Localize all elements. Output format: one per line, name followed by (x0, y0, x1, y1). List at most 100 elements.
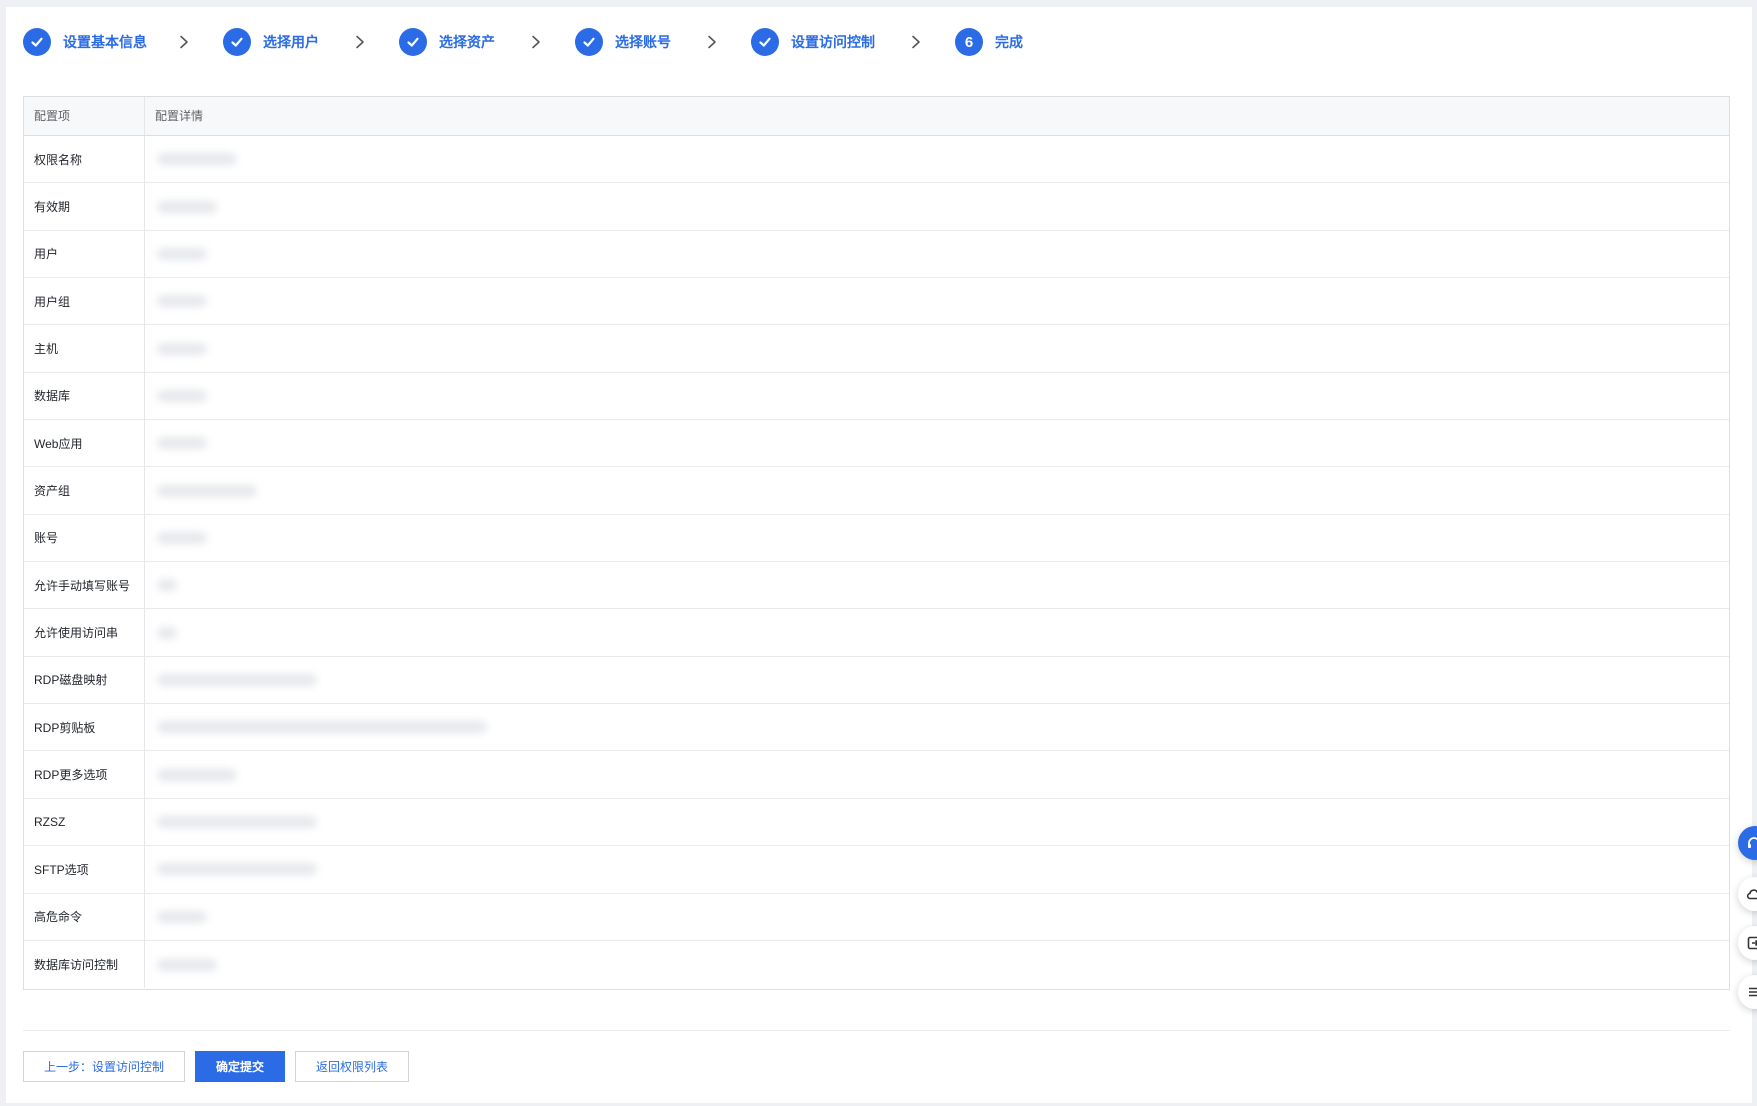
config-item-label: 资产组 (24, 467, 145, 514)
table-row: 有效期 (24, 183, 1729, 231)
prev-step-button[interactable]: 上一步：设置访问控制 (23, 1051, 185, 1082)
step-select-account[interactable]: 选择账号 (575, 28, 671, 56)
config-detail-cell (145, 136, 1729, 183)
chevron-right-icon (705, 35, 719, 49)
header-item: 配置项 (24, 97, 145, 135)
step-bar: 设置基本信息 选择用户 选择资产 选择账号 设置访问控制 6 完成 (23, 27, 1023, 57)
config-item-label: SFTP选项 (24, 846, 145, 893)
table-row: 账号 (24, 514, 1729, 563)
step-label: 选择用户 (263, 34, 319, 50)
redacted-value (157, 579, 177, 592)
redacted-value (157, 721, 487, 734)
config-detail-cell (145, 278, 1729, 325)
check-icon (399, 28, 427, 56)
config-detail-cell (145, 940, 1729, 989)
step-select-asset[interactable]: 选择资产 (399, 28, 495, 56)
table-row: 数据库访问控制 (24, 940, 1729, 989)
config-detail-cell (145, 420, 1729, 467)
check-icon (751, 28, 779, 56)
table-row: 允许使用访问串 (24, 609, 1729, 657)
table-row: RZSZ (24, 798, 1729, 847)
header-detail: 配置详情 (155, 109, 204, 123)
table-body: 权限名称 有效期 用户 用户组 主机 数据库 Web应用 资产组 账号 允许手动填写账号 允许使用访… (24, 136, 1729, 989)
config-item-label: 主机 (24, 325, 145, 372)
table-row: 数据库 (24, 372, 1729, 421)
config-item-label: RDP剪贴板 (24, 704, 145, 751)
check-icon (575, 28, 603, 56)
config-item-label: 用户 (24, 230, 145, 278)
config-detail-cell (145, 514, 1729, 562)
redacted-area (145, 609, 537, 656)
table-row: 主机 (24, 325, 1729, 373)
redacted-value (157, 247, 207, 260)
chevron-right-icon (909, 35, 923, 49)
table-header: 配置项 配置详情 (24, 97, 1729, 136)
back-to-list-button[interactable]: 返回权限列表 (295, 1051, 409, 1082)
config-detail-cell (145, 798, 1729, 846)
step-finish[interactable]: 6 完成 (955, 28, 1023, 56)
config-detail-cell (145, 230, 1729, 278)
config-item-label: RDP磁盘映射 (24, 656, 145, 704)
table-row: 允许手动填写账号 (24, 562, 1729, 610)
step-label: 设置访问控制 (791, 34, 875, 50)
redacted-value (157, 389, 207, 402)
config-detail-cell (145, 846, 1729, 893)
config-item-label: 用户组 (24, 278, 145, 325)
step-label: 选择资产 (439, 34, 495, 50)
redacted-value (157, 863, 317, 876)
step-basic-info[interactable]: 设置基本信息 (23, 28, 147, 56)
redacted-value (157, 958, 217, 971)
table-row: 高危命令 (24, 893, 1729, 941)
config-detail-cell (145, 893, 1729, 940)
config-detail-cell (145, 751, 1729, 798)
config-item-label: 高危命令 (24, 893, 145, 940)
config-detail-cell (145, 183, 1729, 230)
redacted-value (157, 437, 207, 450)
redacted-value (157, 768, 237, 781)
table-row: RDP更多选项 (24, 751, 1729, 799)
config-detail-cell (145, 562, 1729, 609)
config-detail-cell (145, 609, 1729, 656)
redacted-value (157, 153, 237, 166)
config-item-label: 账号 (24, 514, 145, 562)
config-detail-cell (145, 372, 1729, 420)
redacted-value (157, 295, 207, 308)
chevron-right-icon (353, 35, 367, 49)
table-row: 权限名称 (24, 136, 1729, 184)
config-summary-table: 配置项 配置详情 权限名称 有效期 用户 用户组 主机 数据库 Web应用 资产组 账号 允许手动… (23, 96, 1730, 990)
table-row: 资产组 (24, 467, 1729, 515)
submit-button[interactable]: 确定提交 (195, 1051, 285, 1082)
config-item-label: 权限名称 (24, 136, 145, 183)
table-row: Web应用 (24, 420, 1729, 468)
redacted-value (157, 626, 177, 639)
chevron-right-icon (529, 35, 543, 49)
redacted-value (157, 531, 207, 544)
table-row: 用户组 (24, 278, 1729, 326)
redacted-value (157, 673, 317, 686)
config-item-label: 数据库访问控制 (24, 940, 145, 989)
table-row: RDP磁盘映射 (24, 656, 1729, 705)
check-icon (23, 28, 51, 56)
step-select-user[interactable]: 选择用户 (223, 28, 319, 56)
step-access-control[interactable]: 设置访问控制 (751, 28, 875, 56)
redacted-value (157, 342, 207, 355)
config-detail-cell (145, 656, 1729, 704)
config-detail-cell (145, 467, 1729, 514)
redacted-value (157, 484, 257, 497)
config-detail-cell (145, 704, 1729, 751)
config-item-label: 允许手动填写账号 (24, 562, 145, 609)
table-row: 用户 (24, 230, 1729, 279)
step-label: 完成 (995, 34, 1023, 50)
config-item-label: RDP更多选项 (24, 751, 145, 798)
chevron-right-icon (177, 35, 191, 49)
config-item-label: 允许使用访问串 (24, 609, 145, 656)
redacted-value (157, 200, 217, 213)
config-item-label: RZSZ (24, 798, 145, 846)
config-detail-cell (145, 325, 1729, 372)
step-number: 6 (955, 28, 983, 56)
check-icon (223, 28, 251, 56)
step-label: 设置基本信息 (63, 34, 147, 50)
config-item-label: Web应用 (24, 420, 145, 467)
config-item-label: 数据库 (24, 372, 145, 420)
redacted-value (157, 815, 317, 828)
